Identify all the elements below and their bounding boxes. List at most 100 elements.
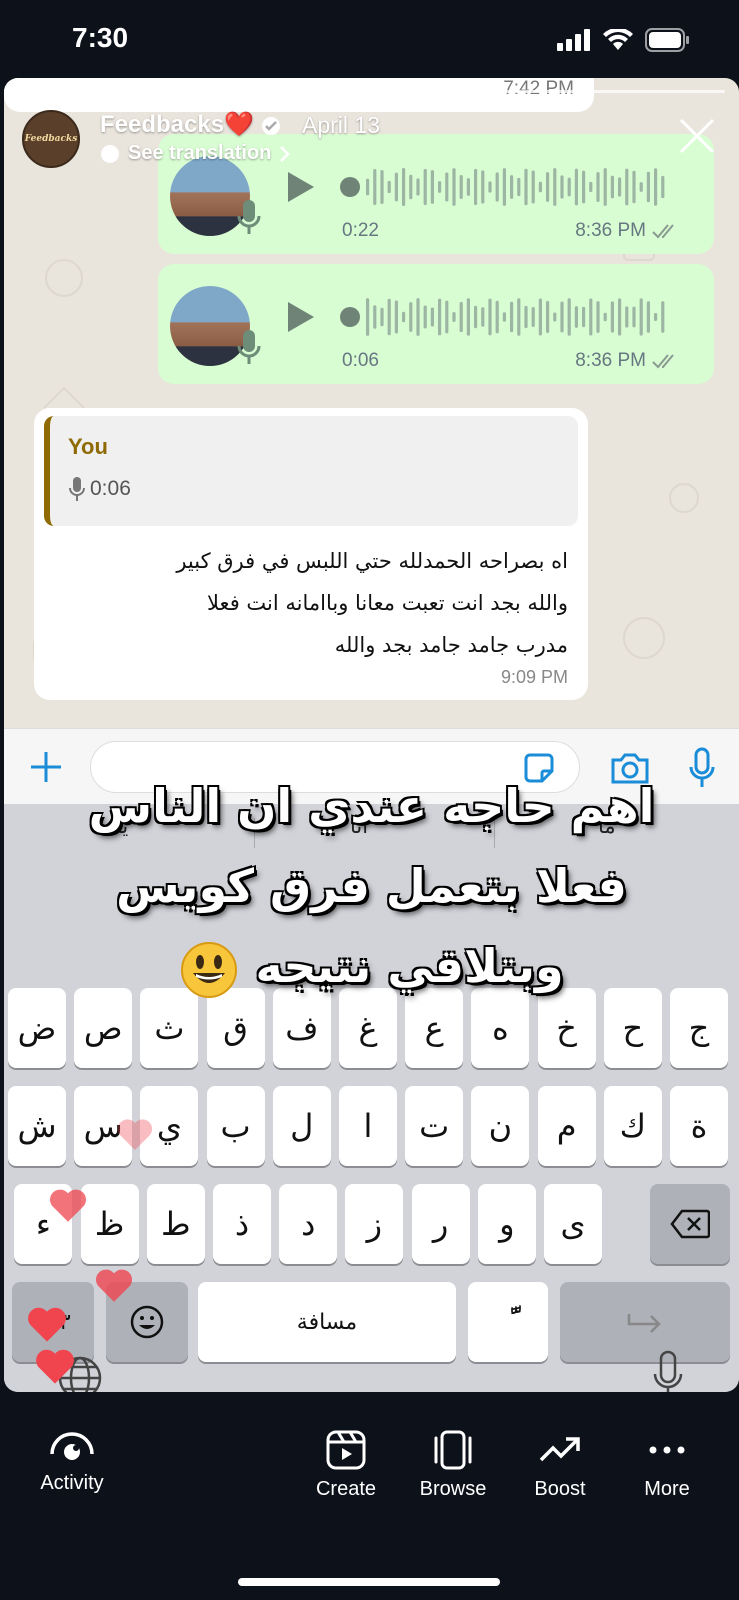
nav-browse[interactable]: Browse: [393, 1430, 513, 1501]
waveform-bar: [423, 305, 427, 329]
diacritic-key[interactable]: ًّ: [468, 1282, 548, 1362]
nav-create[interactable]: Create: [286, 1430, 406, 1501]
waveform-bar: [517, 177, 521, 197]
microphone-icon: [237, 330, 261, 364]
waveform-bar: [582, 306, 586, 328]
heart-reaction-icon: [49, 1189, 87, 1222]
double-check-icon: [652, 354, 674, 369]
waveform-bar: [589, 181, 593, 193]
waveform-bar: [445, 172, 449, 202]
waveform-bar: [546, 300, 550, 334]
status-bar: 7:30: [0, 0, 739, 80]
waveform-bar: [445, 300, 449, 334]
waveform-bar: [538, 181, 542, 193]
dictation-mic-icon[interactable]: [652, 1350, 684, 1392]
key-letter[interactable]: ت: [405, 1086, 464, 1166]
waveform-bar: [488, 181, 492, 193]
key-letter[interactable]: و: [477, 1184, 536, 1264]
bottom-nav: Activity Create Browse Boost More: [0, 1430, 739, 1540]
story-view[interactable]: 7:42 PM 0:22 8:36 PM 0:06 8:36 PM You 0:…: [4, 78, 739, 1392]
waveform-bar: [366, 178, 370, 196]
message-time: 8:36 PM: [575, 350, 682, 372]
voice-duration: 0:06: [342, 350, 379, 371]
microphone-icon: [69, 477, 85, 501]
waveform-bar: [387, 180, 391, 194]
waveform-bar: [639, 298, 643, 336]
key-letter[interactable]: ر: [411, 1184, 470, 1264]
waveform-bar: [495, 172, 499, 202]
backspace-key[interactable]: [650, 1184, 730, 1264]
waveform-bar: [373, 305, 377, 329]
waveform-bar: [646, 171, 650, 203]
waveform-bar: [553, 312, 557, 322]
see-translation-link[interactable]: See translation: [100, 142, 291, 165]
waveform-bar: [618, 298, 622, 336]
cellular-signal-icon: [557, 29, 590, 51]
waveform-bar: [661, 175, 665, 199]
key-letter[interactable]: م: [537, 1086, 596, 1166]
key-letter[interactable]: ظ: [80, 1184, 139, 1264]
status-icons: [557, 28, 691, 52]
waveform-bar: [596, 301, 600, 333]
story-username[interactable]: Feedbacks❤️: [100, 110, 281, 139]
waveform-bar: [416, 178, 420, 196]
play-icon[interactable]: [286, 170, 316, 204]
quoted-message[interactable]: You 0:06: [44, 416, 578, 526]
heart-reaction-icon: [95, 1269, 133, 1302]
key-letter[interactable]: ن: [471, 1086, 530, 1166]
waveform-bar: [574, 168, 578, 206]
key-letter[interactable]: ذ: [213, 1184, 271, 1264]
play-icon[interactable]: [286, 300, 316, 334]
key-letter[interactable]: ى: [544, 1184, 602, 1264]
waveform-bar: [582, 170, 586, 204]
caption-line: وبتلاقي نتيجه: [4, 926, 739, 1006]
message-time: 7:42 PM: [503, 78, 574, 99]
key-letter[interactable]: ة: [670, 1086, 728, 1166]
key-letter[interactable]: د: [279, 1184, 338, 1264]
waveform-bar: [603, 312, 607, 322]
return-key[interactable]: [560, 1282, 730, 1362]
incoming-reply-bubble[interactable]: You 0:06 اه بصراحه الحمدلله حتي اللبس في…: [34, 408, 588, 700]
story-caption: اهم حاجه عندي ان الناس فعلا بتعمل فرق كو…: [4, 766, 739, 1006]
more-dots-icon: [649, 1446, 685, 1454]
key-letter[interactable]: ط: [146, 1184, 205, 1264]
key-letter[interactable]: ك: [603, 1086, 662, 1166]
story-progress-bar: [18, 90, 725, 93]
voice-message-bubble[interactable]: 0:06 8:36 PM: [158, 264, 714, 384]
audio-waveform[interactable]: [338, 294, 668, 340]
waveform-bar: [402, 168, 406, 206]
waveform-bar: [409, 174, 413, 200]
nav-more[interactable]: More: [607, 1430, 727, 1501]
home-indicator: [238, 1578, 500, 1586]
smiley-face-icon: [181, 941, 238, 998]
waveform-bar: [625, 168, 629, 206]
waveform-bar: [502, 312, 506, 322]
waveform-bar: [394, 172, 398, 202]
nav-boost[interactable]: Boost: [500, 1430, 620, 1501]
key-letter[interactable]: ل: [272, 1086, 331, 1166]
key-letter[interactable]: ز: [345, 1184, 404, 1264]
waveform-bar: [567, 298, 571, 336]
message-text: اه بصراحه الحمدلله حتي اللبس في فرق كبير…: [176, 549, 568, 657]
waveform-bar: [524, 305, 528, 329]
key-letter[interactable]: ب: [206, 1086, 265, 1166]
waveform-bar: [366, 298, 370, 336]
waveform-bar: [632, 170, 636, 204]
waveform-bar: [488, 298, 492, 336]
space-key[interactable]: مسافة: [198, 1282, 456, 1362]
nav-activity[interactable]: Activity: [12, 1430, 132, 1495]
waveform-bar: [654, 312, 658, 322]
profile-avatar[interactable]: Feedbacks: [22, 110, 80, 168]
waveform-bar: [531, 307, 535, 327]
story-date: April 13: [302, 112, 380, 138]
key-letter[interactable]: ا: [339, 1086, 397, 1166]
return-icon: [627, 1314, 661, 1333]
key-letter[interactable]: ش: [8, 1086, 66, 1166]
delete-icon: [670, 1209, 710, 1239]
status-time: 7:30: [72, 22, 129, 53]
waveform-bar: [610, 301, 614, 333]
waveform-bar: [438, 298, 442, 336]
boost-trend-icon: [539, 1437, 580, 1462]
close-icon[interactable]: [677, 116, 717, 156]
translate-bubble-icon: [101, 144, 119, 163]
